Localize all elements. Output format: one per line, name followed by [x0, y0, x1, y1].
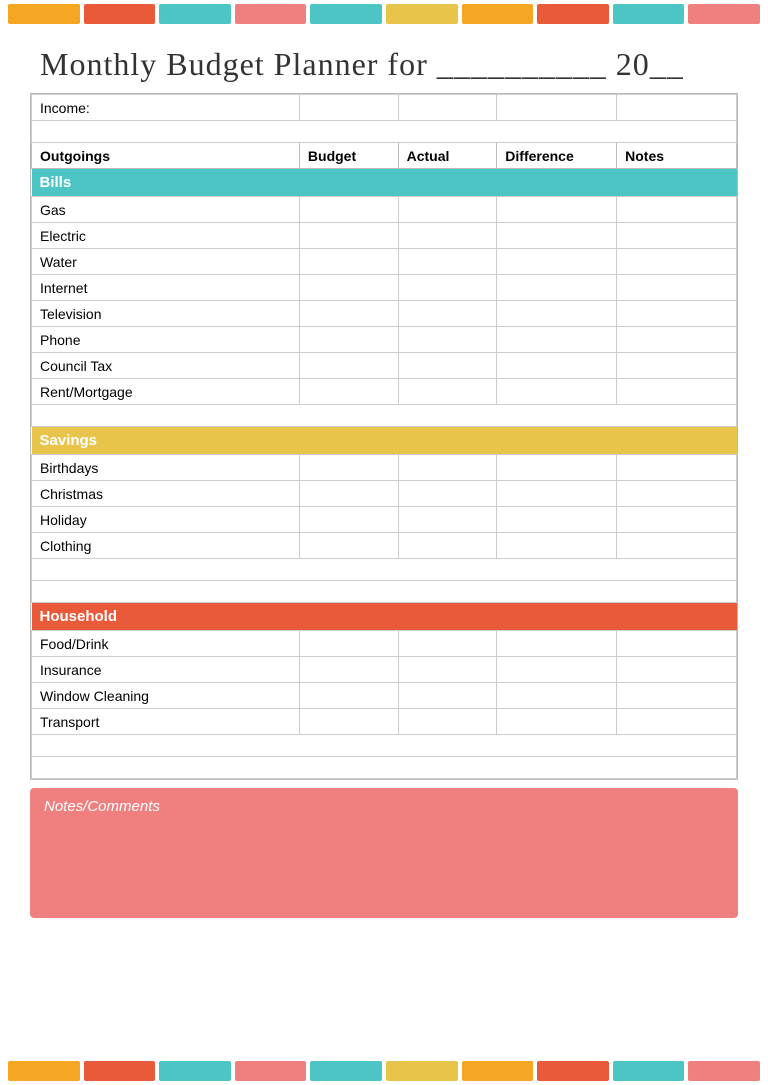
item-television: Television [32, 301, 300, 327]
item-christmas: Christmas [32, 481, 300, 507]
item-window-cleaning: Window Cleaning [32, 683, 300, 709]
title-area: Monthly Budget Planner for __________ 20… [0, 28, 768, 93]
bottom-color-strip [0, 1057, 768, 1085]
income-row: Income: [32, 95, 737, 121]
table-row: Electric [32, 223, 737, 249]
strip-block [537, 1061, 609, 1081]
col-header-notes: Notes [617, 143, 737, 169]
item-council-tax: Council Tax [32, 353, 300, 379]
table-row: Water [32, 249, 737, 275]
table-row: Rent/Mortgage [32, 379, 737, 405]
item-insurance: Insurance [32, 657, 300, 683]
item-food-drink: Food/Drink [32, 631, 300, 657]
strip-block [84, 4, 156, 24]
section-savings-header: Savings [32, 427, 737, 455]
table-row: Food/Drink [32, 631, 737, 657]
strip-block [462, 4, 534, 24]
item-internet: Internet [32, 275, 300, 301]
income-label: Income: [32, 95, 300, 121]
strip-block [386, 4, 458, 24]
strip-block [8, 1061, 80, 1081]
section-household-header: Household [32, 603, 737, 631]
bills-label: Bills [32, 169, 737, 197]
item-birthdays: Birthdays [32, 455, 300, 481]
col-header-actual: Actual [398, 143, 497, 169]
strip-block [84, 1061, 156, 1081]
table-row: Insurance [32, 657, 737, 683]
strip-block [613, 1061, 685, 1081]
table-row: Phone [32, 327, 737, 353]
table-row: Gas [32, 197, 737, 223]
item-transport: Transport [32, 709, 300, 735]
strip-block [688, 4, 760, 24]
notes-comments-box: Notes/Comments [30, 788, 738, 918]
strip-block [159, 4, 231, 24]
item-gas: Gas [32, 197, 300, 223]
item-clothing: Clothing [32, 533, 300, 559]
strip-block [159, 1061, 231, 1081]
page-title: Monthly Budget Planner for __________ 20… [40, 46, 684, 82]
item-rent-mortgage: Rent/Mortgage [32, 379, 300, 405]
strip-block [235, 4, 307, 24]
strip-block [235, 1061, 307, 1081]
table-row: Christmas [32, 481, 737, 507]
budget-table: Income: Outgoings Budget Actual Differen… [31, 94, 737, 779]
table-row: Internet [32, 275, 737, 301]
table-row: Holiday [32, 507, 737, 533]
spacer-row [32, 405, 737, 427]
spacer-row [32, 735, 737, 757]
item-phone: Phone [32, 327, 300, 353]
strip-block [8, 4, 80, 24]
spacer-row [32, 121, 737, 143]
spacer-row [32, 581, 737, 603]
strip-block [462, 1061, 534, 1081]
col-header-difference: Difference [497, 143, 617, 169]
item-electric: Electric [32, 223, 300, 249]
strip-block [310, 1061, 382, 1081]
strip-block [537, 4, 609, 24]
table-row: Transport [32, 709, 737, 735]
table-row: Television [32, 301, 737, 327]
spacer-row [32, 757, 737, 779]
top-color-strip [0, 0, 768, 28]
col-header-outgoings: Outgoings [32, 143, 300, 169]
section-bills-header: Bills [32, 169, 737, 197]
budget-table-container: Income: Outgoings Budget Actual Differen… [30, 93, 738, 780]
strip-block [386, 1061, 458, 1081]
strip-block [688, 1061, 760, 1081]
strip-block [310, 4, 382, 24]
table-row: Council Tax [32, 353, 737, 379]
spacer-row [32, 559, 737, 581]
table-row: Window Cleaning [32, 683, 737, 709]
notes-label: Notes/Comments [44, 798, 160, 815]
household-label: Household [32, 603, 737, 631]
column-header-row: Outgoings Budget Actual Difference Notes [32, 143, 737, 169]
savings-label: Savings [32, 427, 737, 455]
item-holiday: Holiday [32, 507, 300, 533]
table-row: Birthdays [32, 455, 737, 481]
strip-block [613, 4, 685, 24]
item-water: Water [32, 249, 300, 275]
table-row: Clothing [32, 533, 737, 559]
col-header-budget: Budget [299, 143, 398, 169]
